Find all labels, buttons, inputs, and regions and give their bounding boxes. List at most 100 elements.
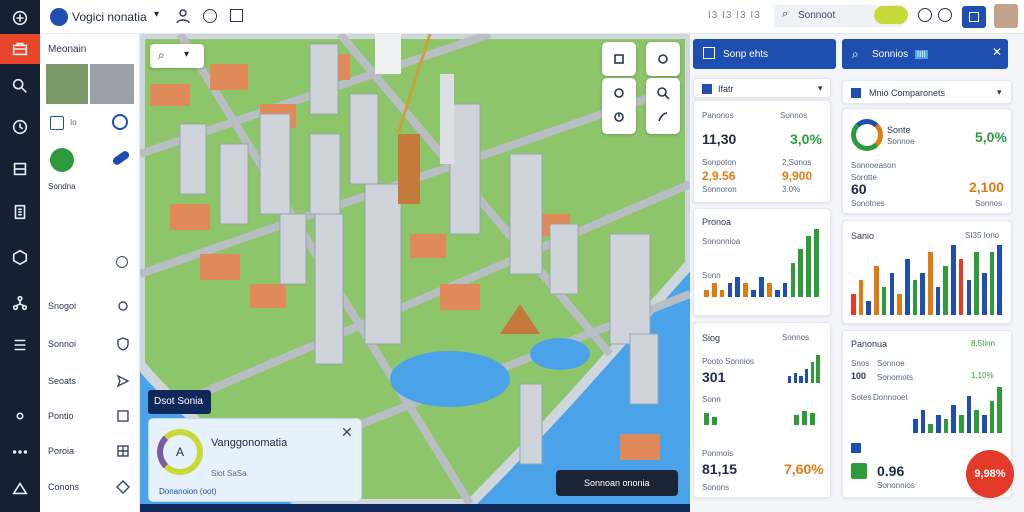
chart-bar <box>897 294 902 315</box>
thumbnail-map-1[interactable] <box>46 64 88 104</box>
gear-icon[interactable] <box>116 299 130 313</box>
toast[interactable]: Sonnoan ononia <box>556 470 678 496</box>
mini-label: I3 I3 I3 I3 <box>708 10 761 21</box>
city-map[interactable]: ⌕ ▾ Dsot Sonia A Vanggonomatia Siot SaSa… <box>140 34 690 504</box>
chart-bar <box>928 423 933 433</box>
thumbnail-map-2[interactable] <box>90 64 134 104</box>
clock-icon[interactable] <box>6 113 34 141</box>
documents-icon[interactable] <box>6 198 34 226</box>
map-tools-group-2[interactable] <box>646 78 680 134</box>
chart-card-pronoa: Pronoa Sononnioa Sonn <box>693 208 831 316</box>
timer-icon[interactable] <box>116 256 128 268</box>
side-item-label[interactable]: Snogoi <box>48 301 76 311</box>
link-icon[interactable] <box>111 149 131 167</box>
layout-icon[interactable] <box>230 9 243 22</box>
chart-card-sanio: Sanio SI35 Iono <box>842 220 1012 324</box>
card-sub-2: Sonn <box>702 395 721 404</box>
draw-icon <box>658 112 668 122</box>
chart-bar <box>912 280 918 315</box>
avatar[interactable] <box>994 4 1018 28</box>
notification-button[interactable] <box>962 6 986 28</box>
info-link[interactable]: Donanoion (oot) <box>159 487 216 496</box>
chart-bar <box>981 273 987 315</box>
card-title: Siog <box>702 333 721 343</box>
network-icon[interactable] <box>6 289 34 317</box>
home-icon[interactable] <box>6 474 34 502</box>
status-circle-icon[interactable] <box>203 9 217 23</box>
card-value-2: 60 <box>851 181 867 197</box>
card-value-label: Sonnos <box>782 333 810 342</box>
chart-bar <box>982 414 987 433</box>
fab-button[interactable]: 9,98% <box>966 450 1014 498</box>
chart-bar <box>989 252 995 315</box>
chart-bar <box>989 400 995 433</box>
green-action-button[interactable] <box>50 148 74 172</box>
close-icon[interactable]: ✕ <box>992 45 1002 59</box>
zoom-in-button[interactable] <box>602 42 636 76</box>
search-icon[interactable] <box>6 72 34 100</box>
send-icon[interactable] <box>116 374 130 388</box>
side-item-label[interactable]: Conons <box>48 482 79 492</box>
section-icon <box>851 88 861 98</box>
chart-bar <box>743 283 749 297</box>
chart-card-siog: Siog Sonnos Pooto Sonnios 301 Sonn Ponmo… <box>693 322 831 498</box>
chevron-down-icon[interactable]: ▾ <box>818 83 823 94</box>
globe-icon[interactable] <box>112 114 128 130</box>
shield-icon[interactable] <box>116 337 130 351</box>
chart-bar <box>997 245 1002 315</box>
metric-delta-label: Sonnos <box>780 111 808 120</box>
side-item-label[interactable]: Poroia <box>48 446 74 456</box>
chart-bar <box>704 290 709 297</box>
side-item-label[interactable]: Sonnoi <box>48 339 76 349</box>
search-icon: ⌕ <box>158 48 165 62</box>
settings-icon[interactable] <box>938 8 952 22</box>
map-search-control[interactable]: ⌕ ▾ <box>150 44 204 68</box>
list-icon[interactable] <box>6 331 34 359</box>
edit-icon[interactable] <box>116 409 130 423</box>
panel-right-header[interactable]: Sonnios IIII <box>842 39 1008 69</box>
chart-title: Pronoa <box>702 217 732 227</box>
panel-left-section[interactable]: Ifatr ▾ <box>693 78 831 98</box>
info-card: A Vanggonomatia Siot SaSa Donanoion (oot… <box>148 418 362 502</box>
section-label: Ifatr <box>718 84 734 94</box>
diamond-icon[interactable] <box>116 480 130 494</box>
map-chip[interactable]: Dsot Sonia <box>148 390 211 414</box>
card-value-3: 7,60% <box>784 461 824 477</box>
panel-right-section[interactable]: Mnio Comparonets ▾ <box>842 80 1012 104</box>
card-value-4: 0.96 <box>877 463 905 479</box>
chart-value: SI35 Iono <box>965 231 1000 240</box>
chevron-down-icon[interactable]: ▾ <box>154 9 159 20</box>
chart-bar <box>951 405 956 433</box>
info-gauge: A <box>157 429 203 475</box>
map-tools-group[interactable] <box>602 78 636 134</box>
toolbox-icon[interactable] <box>0 34 40 64</box>
bar-chart <box>704 229 822 297</box>
grid-icon[interactable] <box>116 444 130 458</box>
logo-icon[interactable] <box>6 4 34 32</box>
chart-bar <box>790 263 796 297</box>
chevron-down-icon[interactable]: ▾ <box>997 87 1002 98</box>
calendar-icon[interactable] <box>50 116 64 130</box>
power-icon[interactable] <box>918 8 932 22</box>
mini-green-bars <box>702 409 822 425</box>
chart-bar <box>943 266 948 315</box>
more-icon[interactable] <box>6 438 34 466</box>
metric-delta: 3,0% <box>790 131 822 147</box>
chart-bar <box>881 287 887 315</box>
layers-button[interactable] <box>646 42 680 76</box>
user-icon[interactable] <box>176 8 190 24</box>
metric-label-2: Sonpoton <box>702 158 737 167</box>
card-value-3: 1,10% <box>971 371 994 380</box>
inbox-icon[interactable] <box>6 155 34 183</box>
chart-bar <box>805 369 809 383</box>
side-item-label[interactable]: Seoats <box>48 376 76 386</box>
compass-icon <box>614 112 624 122</box>
close-icon[interactable]: ✕ <box>341 424 353 441</box>
circle-icon[interactable] <box>6 402 34 430</box>
shipping-icon[interactable] <box>6 243 34 271</box>
chart-bar <box>874 266 879 315</box>
chart-bar <box>966 396 972 433</box>
header-badge: IIII <box>914 50 928 59</box>
chart-bar <box>974 410 979 433</box>
side-item-label[interactable]: Pontio <box>48 411 74 421</box>
